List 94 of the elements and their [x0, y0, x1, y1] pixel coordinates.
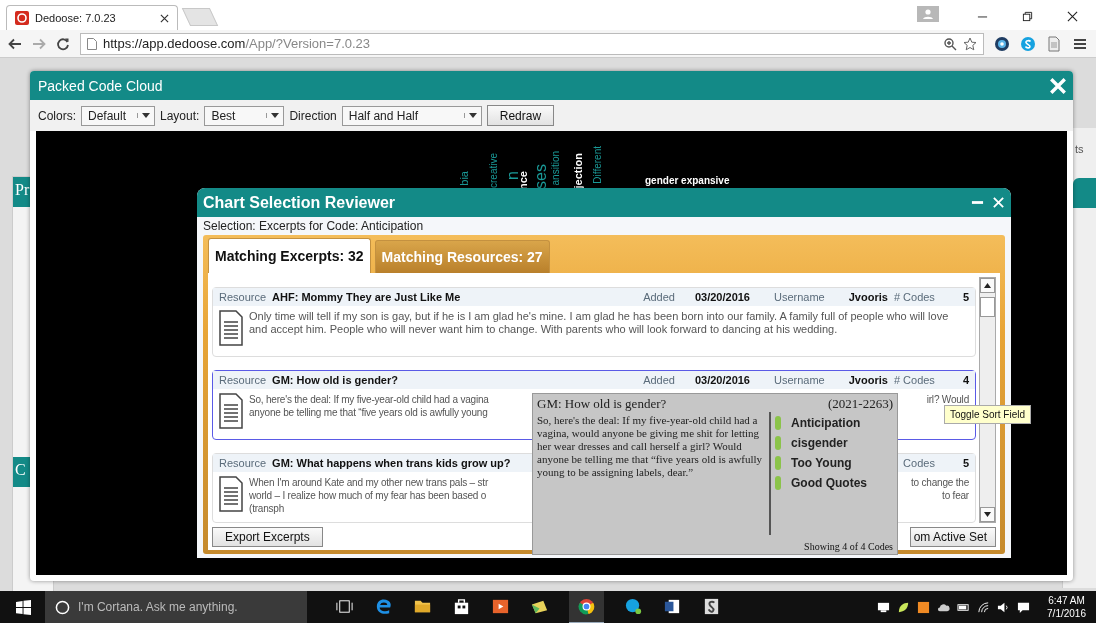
close-icon[interactable] [160, 13, 169, 23]
control-label: Colors: [38, 108, 76, 123]
field-label: Added [643, 291, 675, 303]
resource-name: GM: What happens when trans kids grow up? [272, 457, 511, 469]
help-header [1073, 178, 1096, 208]
round-browser-icon[interactable] [569, 590, 604, 623]
code-count: 4 [962, 374, 969, 386]
excerpt-text: to fear [942, 489, 969, 502]
document-icon [219, 476, 243, 512]
back-arrow-icon[interactable] [8, 36, 22, 51]
code-name: Anticipation [791, 416, 861, 430]
excerpt-text: (transph [249, 502, 285, 515]
cloud-word[interactable]: jection [573, 153, 584, 189]
selection-text: Selection: Excerpts for Code: Anticipation [203, 218, 425, 235]
field-label: Username [774, 374, 825, 386]
panel-text: ts [1075, 143, 1084, 155]
star-icon[interactable] [963, 36, 977, 51]
code-marker [775, 416, 781, 430]
field-label: Resource [219, 291, 267, 303]
page-icon [87, 37, 97, 50]
resource-name: AHF: Mommy They are Just Like Me [272, 291, 461, 303]
chat-extension-icon[interactable] [1020, 35, 1036, 52]
eye-extension-icon[interactable] [994, 35, 1010, 52]
excerpt-text: So, here's the deal: If my five-year-old child had a vagina [249, 393, 489, 406]
excerpt-text: to change the [911, 476, 969, 489]
close-icon[interactable] [1067, 11, 1078, 22]
sort-field-link[interactable]: Codes [903, 457, 935, 469]
field-label: Added [643, 374, 675, 386]
cloud-word[interactable]: n [505, 171, 521, 180]
control-label: Direction [289, 108, 337, 123]
scroll-thumb[interactable] [980, 297, 995, 317]
document-icon [219, 310, 243, 346]
tray-icon[interactable] [877, 600, 891, 614]
tile-icon[interactable] [917, 600, 931, 614]
cloud-word[interactable]: bia [459, 171, 470, 186]
code-name: cisgender [791, 436, 848, 450]
resource-name: GM: How old is gender? [272, 374, 398, 386]
field-label: Resource [219, 374, 267, 386]
cloud-word[interactable]: gender expansive [645, 176, 730, 186]
cloud-word[interactable]: ansition [551, 151, 561, 186]
dropdown[interactable]: Default [81, 105, 155, 126]
search-field[interactable]: I'm Cortana. Ask me anything. [45, 591, 307, 623]
clock-time[interactable]: 6:47 AM [1048, 594, 1085, 607]
excerpt-text: world – I realize how much of my fear has been based o [249, 489, 487, 502]
dialog-title: Chart Selection Reviewer [203, 193, 397, 212]
code-count: 5 [962, 291, 969, 303]
field-label: Username [774, 291, 825, 303]
excerpt-text: Only time will tell if my son is gay, but if he is I am glad he's mine. I am glad he has been born into our family. A family full of people who will love and accept him. People who will never want him to change. With parents who will look forward to dancing at his wedding. [249, 310, 950, 337]
code-marker [775, 456, 781, 470]
tab[interactable]: Matching Excerpts: 32 [208, 238, 371, 273]
windows-logo-icon[interactable] [16, 599, 31, 615]
address-field[interactable]: https://app.dedoose.com/App/?Version=7.0.23 [80, 32, 984, 55]
sort-field-link[interactable]: # Codes [893, 291, 935, 303]
document-icon [219, 393, 243, 429]
code-name: Good Quotes [791, 476, 867, 490]
date-text: 03/20/2016 [694, 291, 750, 303]
code-name: Too Young [791, 456, 852, 470]
tooltip: Toggle Sort Field [944, 405, 1032, 424]
field-label: Resource [219, 457, 267, 469]
tab-title: Dedoose: 7.0.23 [35, 12, 116, 24]
zoom-icon[interactable] [943, 36, 957, 51]
excerpt-text: When I'm around Kate and my other new trans pals – str [249, 476, 488, 489]
window-title: Packed Code Cloud [38, 77, 164, 94]
reload-icon[interactable] [56, 36, 70, 51]
action-button[interactable]: om Active Set [909, 526, 996, 547]
circle-icon [55, 599, 70, 615]
username-text: Jvooris [848, 374, 888, 386]
excerpt-text: irl? Would [926, 393, 969, 406]
browser-tab[interactable]: Dedoose: 7.0.23 [6, 5, 178, 30]
popup-text: So, here's the deal: If my five-year-old child had a vagina, would anyone be giving me shit for letting her wear dresses and call herself a girl? Would anyone be telling me that “five years old is awfully young to be assigning labels, dear.” [537, 412, 771, 535]
cloud-word[interactable]: creative [489, 153, 499, 188]
popup-footer: Showing 4 of 4 Codes [804, 541, 893, 552]
cloud-word[interactable]: Different [593, 146, 603, 184]
clock-date[interactable]: 7/1/2016 [1047, 607, 1086, 620]
action-button[interactable]: Export Excerpts [212, 526, 323, 547]
code-marker [775, 476, 781, 490]
leaf-icon[interactable] [897, 600, 911, 614]
popup-title: GM: How old is gender? [537, 396, 667, 412]
dropdown[interactable]: Best [204, 105, 285, 126]
range-text: (2021-2263) [828, 396, 893, 412]
logo-icon [15, 11, 29, 25]
sort-field-link[interactable]: # Codes [893, 374, 935, 386]
code-count: 5 [962, 457, 969, 469]
notification-icon[interactable] [1017, 600, 1031, 614]
dropdown[interactable]: Half and Half [341, 105, 482, 126]
redraw-button[interactable]: Redraw [486, 105, 555, 126]
control-label: Layout: [160, 108, 200, 123]
code-marker [775, 436, 781, 450]
cloud-word[interactable]: ses [533, 164, 549, 189]
restore-icon[interactable] [1022, 11, 1033, 22]
wifi-icon[interactable] [977, 600, 991, 614]
date-text: 03/20/2016 [694, 374, 750, 386]
excerpt-text: anyone be telling me that “five years old is awfully young [249, 406, 488, 419]
username-text: Jvooris [848, 291, 888, 303]
